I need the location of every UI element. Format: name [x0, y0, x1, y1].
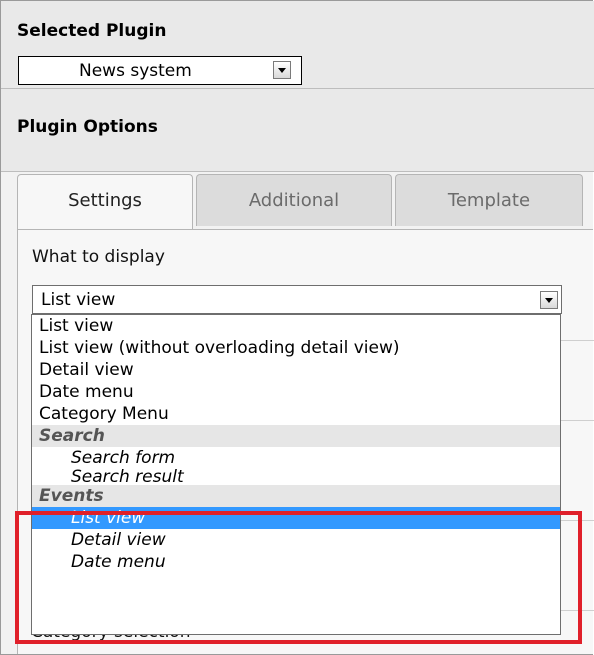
plugin-select-dropdown-button[interactable]: [273, 61, 291, 79]
plugin-options-header: Plugin Options: [17, 117, 158, 137]
tab-additional[interactable]: Additional: [196, 174, 392, 226]
option-search-form[interactable]: Search form: [32, 447, 560, 469]
plugin-select[interactable]: News system: [18, 56, 302, 85]
panel-divider: [558, 340, 594, 341]
what-to-display-value: List view: [41, 290, 116, 310]
option-group-search: Search: [32, 425, 560, 447]
tab-settings[interactable]: Settings: [17, 174, 193, 231]
option-search-result[interactable]: Search result: [32, 469, 560, 485]
what-to-display-dropdown-button[interactable]: [540, 291, 558, 309]
selected-plugin-header: Selected Plugin: [17, 21, 167, 41]
events-highlight-annotation: [15, 511, 582, 644]
option-category-menu[interactable]: Category Menu: [32, 403, 560, 425]
tab-template[interactable]: Template: [395, 174, 583, 226]
option-detail-view[interactable]: Detail view: [32, 359, 560, 381]
selected-plugin-section: Selected Plugin News system: [1, 1, 594, 88]
chevron-down-icon: [278, 68, 286, 73]
tab-bar: Settings Additional Template: [17, 172, 594, 231]
option-date-menu[interactable]: Date menu: [32, 381, 560, 403]
option-list-view[interactable]: List view: [32, 315, 560, 337]
option-group-events: Events: [32, 485, 560, 507]
panel-divider: [558, 420, 594, 421]
plugin-options-section: Plugin Options: [1, 89, 594, 171]
what-to-display-select[interactable]: List view: [32, 285, 562, 314]
what-to-display-label: What to display: [32, 247, 165, 267]
chevron-down-icon: [545, 298, 553, 303]
option-list-view-no-overload[interactable]: List view (without overloading detail vi…: [32, 337, 560, 359]
plugin-select-value: News system: [79, 61, 192, 81]
